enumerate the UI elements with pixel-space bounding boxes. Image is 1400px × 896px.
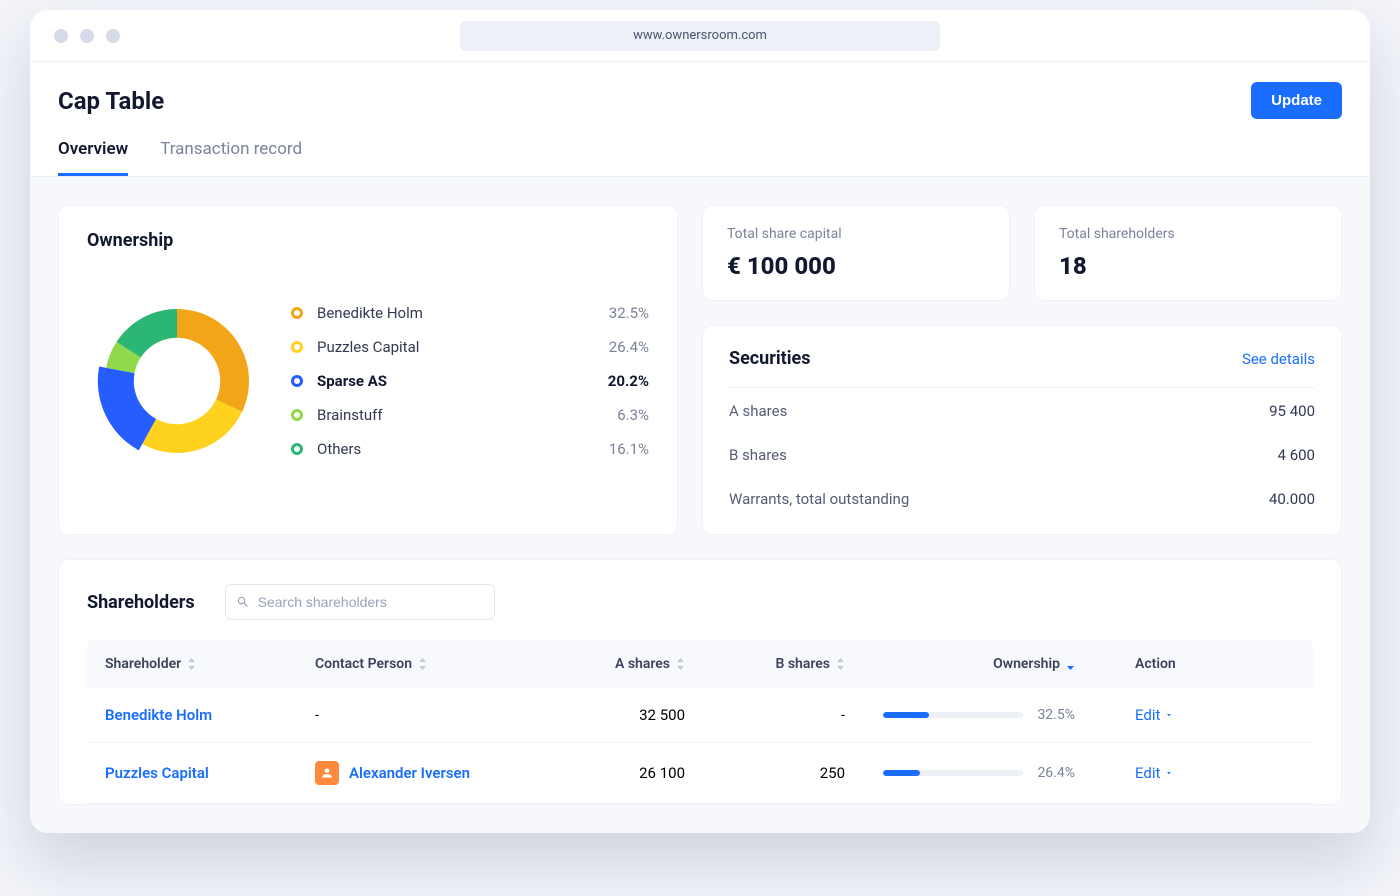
tab-bar: Overview Transaction record: [30, 119, 1370, 177]
legend-pct: 26.4%: [609, 338, 649, 356]
traffic-dot: [106, 29, 120, 43]
col-b-shares[interactable]: B shares: [685, 656, 845, 672]
security-row: B shares 4 600: [729, 432, 1315, 464]
shareholders-title: Shareholders: [87, 592, 195, 613]
col-ownership[interactable]: Ownership: [845, 656, 1105, 672]
ownership-title: Ownership: [87, 230, 649, 251]
sort-active-icon: [1066, 658, 1075, 670]
ownership-bar: 32.5%: [845, 707, 1075, 723]
legend-dot-icon: [291, 443, 303, 455]
security-value: 95 400: [1269, 402, 1315, 420]
search-input[interactable]: [258, 594, 484, 610]
contact-person[interactable]: Alexander Iversen: [315, 761, 535, 785]
url-text: www.ownersroom.com: [633, 28, 767, 43]
ownership-pct: 26.4%: [1037, 765, 1075, 781]
contact-empty: -: [315, 706, 535, 724]
edit-button[interactable]: Edit: [1135, 706, 1174, 724]
search-icon: [236, 595, 250, 609]
legend-pct: 6.3%: [617, 406, 649, 424]
table-header: Shareholder Contact Person A shares B sh…: [87, 640, 1313, 688]
legend-name: Brainstuff: [317, 406, 617, 424]
ownership-bar: 26.4%: [845, 765, 1075, 781]
sort-icon: [836, 658, 845, 670]
contact-link[interactable]: Alexander Iversen: [349, 764, 470, 782]
legend-row: Sparse AS20.2%: [291, 364, 649, 398]
page-header: Cap Table Update: [30, 62, 1370, 119]
security-value: 4 600: [1278, 446, 1315, 464]
legend-pct: 32.5%: [609, 304, 649, 322]
shareholders-card: Shareholders Shareholder Contact Person …: [58, 559, 1342, 805]
donut-slice: [177, 309, 249, 412]
sort-icon: [187, 658, 196, 670]
sort-icon: [418, 658, 427, 670]
avatar-icon: [315, 761, 339, 785]
legend-name: Sparse AS: [317, 372, 608, 390]
legend-name: Puzzles Capital: [317, 338, 609, 356]
legend-pct: 16.1%: [609, 440, 649, 458]
traffic-lights: [54, 29, 120, 43]
traffic-dot: [54, 29, 68, 43]
a-shares-value: 26 100: [535, 764, 685, 782]
legend-row: Others16.1%: [291, 432, 649, 466]
security-label: A shares: [729, 402, 787, 420]
table-row: Puzzles Capital Alexander Iversen 26 10025…: [87, 743, 1313, 804]
security-row: Warrants, total outstanding 40.000: [729, 476, 1315, 508]
stat-label: Total share capital: [727, 226, 985, 242]
tab-transaction-record[interactable]: Transaction record: [160, 139, 302, 176]
legend-row: Brainstuff6.3%: [291, 398, 649, 432]
legend-row: Benedikte Holm32.5%: [291, 296, 649, 330]
legend-dot-icon: [291, 409, 303, 421]
a-shares-value: 32 500: [535, 706, 685, 724]
legend-dot-icon: [291, 307, 303, 319]
col-contact[interactable]: Contact Person: [315, 656, 535, 672]
update-button[interactable]: Update: [1251, 82, 1342, 119]
tab-overview[interactable]: Overview: [58, 139, 128, 176]
b-shares-value: -: [685, 706, 845, 724]
legend-dot-icon: [291, 375, 303, 387]
legend-row: Puzzles Capital26.4%: [291, 330, 649, 364]
search-input-wrapper[interactable]: [225, 584, 495, 620]
shareholder-link[interactable]: Puzzles Capital: [105, 764, 209, 782]
traffic-dot: [80, 29, 94, 43]
chevron-down-icon: [1164, 768, 1174, 778]
ownership-card: Ownership Benedikte Holm32.5%Puzzles Cap…: [58, 205, 678, 535]
url-bar[interactable]: www.ownersroom.com: [460, 21, 940, 51]
ownership-legend: Benedikte Holm32.5%Puzzles Capital26.4%S…: [291, 296, 649, 466]
security-row: A shares 95 400: [729, 388, 1315, 420]
ownership-donut-chart: [87, 291, 267, 471]
b-shares-value: 250: [685, 764, 845, 782]
donut-slice: [142, 399, 242, 453]
browser-window: www.ownersroom.com Cap Table Update Over…: [30, 10, 1370, 833]
legend-name: Benedikte Holm: [317, 304, 609, 322]
stat-value: 18: [1059, 252, 1317, 280]
security-label: B shares: [729, 446, 787, 464]
securities-title: Securities: [729, 348, 810, 369]
total-shareholders-card: Total shareholders 18: [1034, 205, 1342, 301]
browser-title-bar: www.ownersroom.com: [30, 10, 1370, 62]
col-action: Action: [1105, 656, 1295, 672]
chevron-down-icon: [1164, 710, 1174, 720]
total-share-capital-card: Total share capital € 100 000: [702, 205, 1010, 301]
stat-label: Total shareholders: [1059, 226, 1317, 242]
securities-card: Securities See details A shares 95 400 B s…: [702, 325, 1342, 535]
edit-button[interactable]: Edit: [1135, 764, 1174, 782]
ownership-pct: 32.5%: [1037, 707, 1075, 723]
shareholders-table: Shareholder Contact Person A shares B sh…: [87, 640, 1313, 804]
col-a-shares[interactable]: A shares: [535, 656, 685, 672]
shareholder-link[interactable]: Benedikte Holm: [105, 706, 212, 724]
content-area: Ownership Benedikte Holm32.5%Puzzles Cap…: [30, 177, 1370, 833]
table-row: Benedikte Holm -32 500- 32.5% Edit: [87, 688, 1313, 743]
stat-value: € 100 000: [727, 252, 985, 280]
sort-icon: [676, 658, 685, 670]
col-shareholder[interactable]: Shareholder: [105, 656, 315, 672]
legend-name: Others: [317, 440, 609, 458]
legend-pct: 20.2%: [608, 372, 649, 390]
security-value: 40.000: [1269, 490, 1315, 508]
page-title: Cap Table: [58, 87, 164, 115]
security-label: Warrants, total outstanding: [729, 490, 909, 508]
legend-dot-icon: [291, 341, 303, 353]
see-details-link[interactable]: See details: [1242, 350, 1315, 368]
